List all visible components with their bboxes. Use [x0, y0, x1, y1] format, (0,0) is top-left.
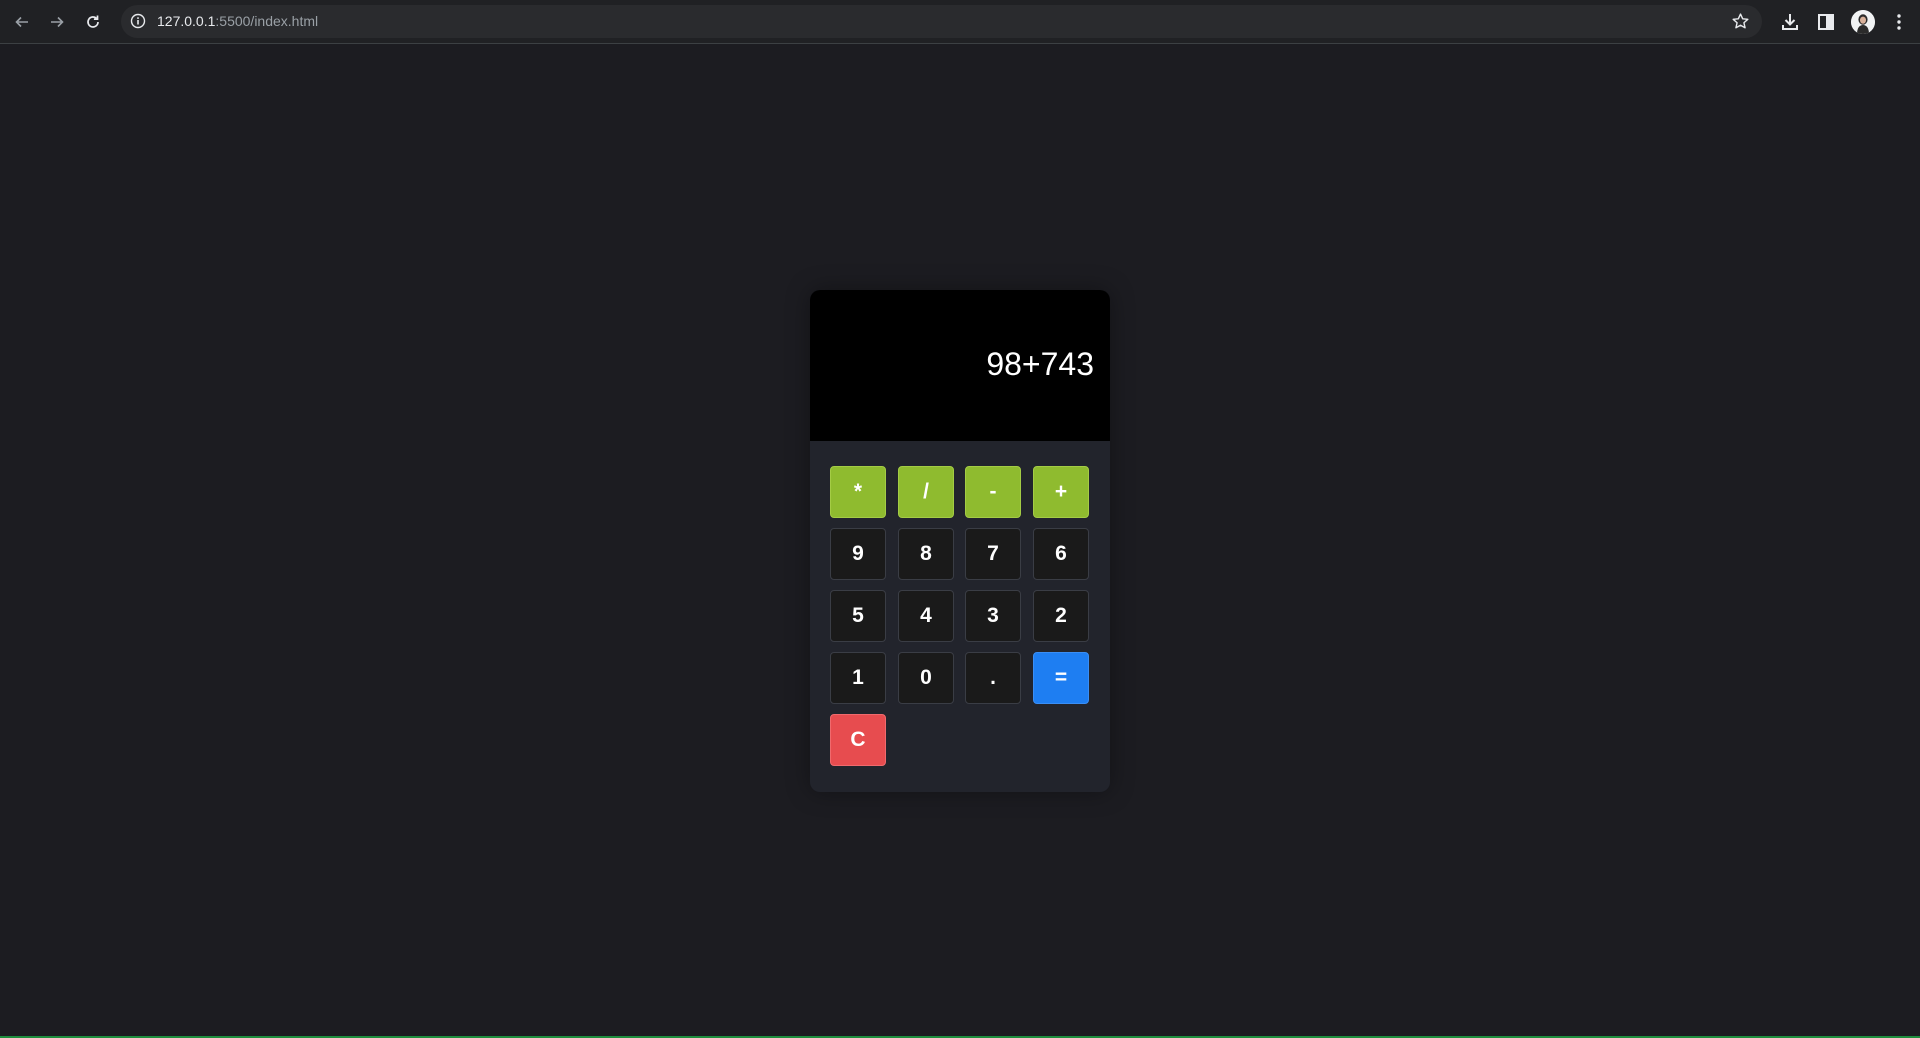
divide-button[interactable]: /	[898, 466, 954, 518]
digit-7-button[interactable]: 7	[965, 528, 1021, 580]
digit-5-button[interactable]: 5	[830, 590, 886, 642]
download-icon[interactable]	[1778, 10, 1802, 34]
url-host: 127.0.0.1	[157, 13, 216, 29]
calculator-display: 98+743	[810, 290, 1110, 441]
browser-toolbar: 127.0.0.1:5500/index.html	[0, 0, 1920, 44]
digit-6-button[interactable]: 6	[1033, 528, 1089, 580]
side-panel-icon[interactable]	[1814, 10, 1838, 34]
multiply-button[interactable]: *	[830, 466, 886, 518]
calculator: 98+743 * / - + 9 8 7 6 5 4 3 2 1 0 . = C	[810, 290, 1110, 792]
equals-button[interactable]: =	[1033, 652, 1089, 704]
avatar[interactable]	[1851, 10, 1875, 34]
digit-8-button[interactable]: 8	[898, 528, 954, 580]
star-icon[interactable]	[1731, 12, 1750, 31]
profile-icon	[1851, 10, 1875, 34]
arrow-left-icon	[15, 16, 28, 28]
decimal-button[interactable]: .	[965, 652, 1021, 704]
arrow-right-icon	[51, 16, 64, 28]
add-button[interactable]: +	[1033, 466, 1089, 518]
info-icon[interactable]	[130, 13, 146, 29]
subtract-button[interactable]: -	[965, 466, 1021, 518]
digit-9-button[interactable]: 9	[830, 528, 886, 580]
digit-4-button[interactable]: 4	[898, 590, 954, 642]
clear-button[interactable]: C	[830, 714, 886, 766]
url-text[interactable]: 127.0.0.1:5500/index.html	[157, 13, 318, 30]
display-value: 98+743	[986, 346, 1094, 382]
url-path: :5500/index.html	[215, 13, 319, 29]
digit-2-button[interactable]: 2	[1033, 590, 1089, 642]
digit-0-button[interactable]: 0	[898, 652, 954, 704]
back-button[interactable]	[9, 9, 35, 35]
digit-3-button[interactable]: 3	[965, 590, 1021, 642]
reload-icon	[87, 15, 99, 28]
reload-button[interactable]	[80, 9, 106, 35]
forward-button[interactable]	[44, 9, 70, 35]
digit-1-button[interactable]: 1	[830, 652, 886, 704]
address-bar[interactable]: 127.0.0.1:5500/index.html	[121, 5, 1762, 38]
kebab-menu-icon[interactable]	[1887, 10, 1911, 34]
